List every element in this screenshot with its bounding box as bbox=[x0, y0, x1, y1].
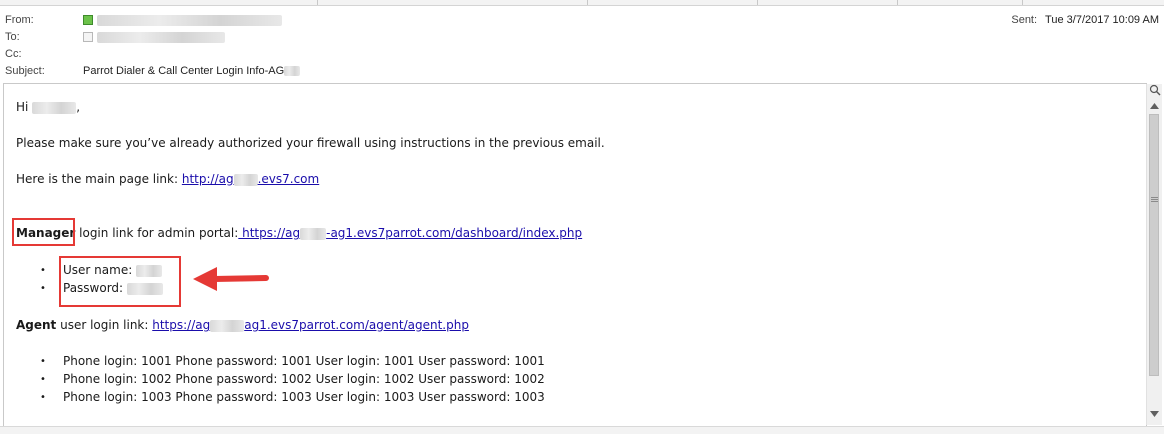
manager-portal-link[interactable]: https://ag -ag1.evs7parrot.com/dashboard/… bbox=[238, 226, 582, 240]
main-link-line: Here is the main page link: http://ag .ev… bbox=[16, 172, 319, 186]
bullet-icon: • bbox=[40, 265, 46, 276]
subject-text: Parrot Dialer & Call Center Login Info-A… bbox=[83, 65, 285, 77]
redacted-link-part bbox=[210, 319, 245, 332]
agent-link-part: ag1.evs7parrot.com/agent/agent.php bbox=[244, 318, 469, 332]
column-divider bbox=[317, 0, 318, 5]
bullet-icon: • bbox=[40, 283, 46, 294]
manager-link-part: -ag1.evs7parrot.com/dashboard/index.php bbox=[326, 226, 583, 240]
from-row: From: Sent: Tue 3/7/2017 10:09 AM bbox=[0, 12, 1164, 29]
vertical-scrollbar[interactable] bbox=[1146, 84, 1162, 425]
manager-line: Manager login link for admin portal: htt… bbox=[16, 226, 582, 240]
main-page-link[interactable]: http://ag .evs7.com bbox=[182, 172, 319, 186]
column-divider bbox=[1022, 0, 1023, 5]
arrow-icon bbox=[193, 267, 269, 291]
bullet-icon: • bbox=[40, 356, 46, 367]
manager-link-part: https://ag bbox=[238, 226, 301, 240]
redacted-link-part bbox=[300, 227, 327, 240]
to-label: To: bbox=[5, 31, 20, 43]
subject-value: Parrot Dialer & Call Center Login Info-A… bbox=[83, 63, 301, 80]
bullet-icon: • bbox=[40, 392, 46, 403]
credentials-highlight-box bbox=[59, 256, 181, 307]
message-body: Hi , Please make sure you’ve already aut… bbox=[3, 83, 1147, 427]
message-header: From: Sent: Tue 3/7/2017 10:09 AM To: Cc:… bbox=[0, 6, 1164, 82]
from-value[interactable] bbox=[83, 12, 282, 29]
scroll-thumb[interactable] bbox=[1149, 114, 1159, 376]
main-link-prefix: Here is the main page link: bbox=[16, 172, 182, 186]
subject-label: Subject: bbox=[5, 65, 45, 77]
from-label: From: bbox=[5, 14, 34, 26]
presence-unknown-icon bbox=[83, 32, 93, 43]
cc-label: Cc: bbox=[5, 48, 22, 60]
agent-login-link[interactable]: https://ag ag1.evs7parrot.com/agent/agent… bbox=[152, 318, 469, 332]
login-item: Phone login: 1002 Phone password: 1002 U… bbox=[63, 372, 545, 386]
sent-info: Sent: Tue 3/7/2017 10:09 AM bbox=[1011, 12, 1159, 29]
column-divider bbox=[897, 0, 898, 5]
column-divider bbox=[587, 0, 588, 5]
agent-text: user login link: bbox=[56, 318, 153, 332]
bullet-icon: • bbox=[40, 374, 46, 385]
sent-value: Tue 3/7/2017 10:09 AM bbox=[1045, 14, 1159, 26]
agent-line: Agent user login link: https://ag ag1.evs… bbox=[16, 318, 469, 332]
redacted-recipient bbox=[97, 31, 225, 43]
redacted-link-part bbox=[233, 173, 258, 186]
greeting-comma: , bbox=[76, 100, 81, 114]
login-item: Phone login: 1003 Phone password: 1003 U… bbox=[63, 390, 545, 404]
scroll-down-button[interactable] bbox=[1147, 408, 1162, 422]
manager-text: login link for admin portal: bbox=[75, 226, 239, 240]
main-link-part: .evs7.com bbox=[257, 172, 320, 186]
redacted-name bbox=[32, 101, 77, 114]
zoom-icon[interactable] bbox=[1147, 84, 1162, 99]
sent-label: Sent: bbox=[1011, 14, 1038, 26]
agent-bold: Agent bbox=[16, 318, 57, 332]
scroll-up-button[interactable] bbox=[1147, 100, 1162, 114]
column-divider bbox=[757, 0, 758, 5]
greeting-line: Hi , bbox=[16, 100, 80, 114]
login-item: Phone login: 1001 Phone password: 1001 U… bbox=[63, 354, 545, 368]
greeting-text: Hi bbox=[16, 100, 29, 114]
presence-online-icon bbox=[83, 15, 93, 26]
redacted-subject-suffix bbox=[284, 66, 301, 77]
main-link-part: http://ag bbox=[181, 172, 234, 186]
to-value[interactable] bbox=[83, 29, 225, 46]
redacted-sender bbox=[97, 14, 282, 26]
grip-icon bbox=[1151, 197, 1158, 198]
agent-link-part: https://ag bbox=[152, 318, 211, 332]
firewall-line: Please make sure you’ve already authoriz… bbox=[16, 136, 605, 150]
manager-highlight-box bbox=[12, 218, 75, 246]
